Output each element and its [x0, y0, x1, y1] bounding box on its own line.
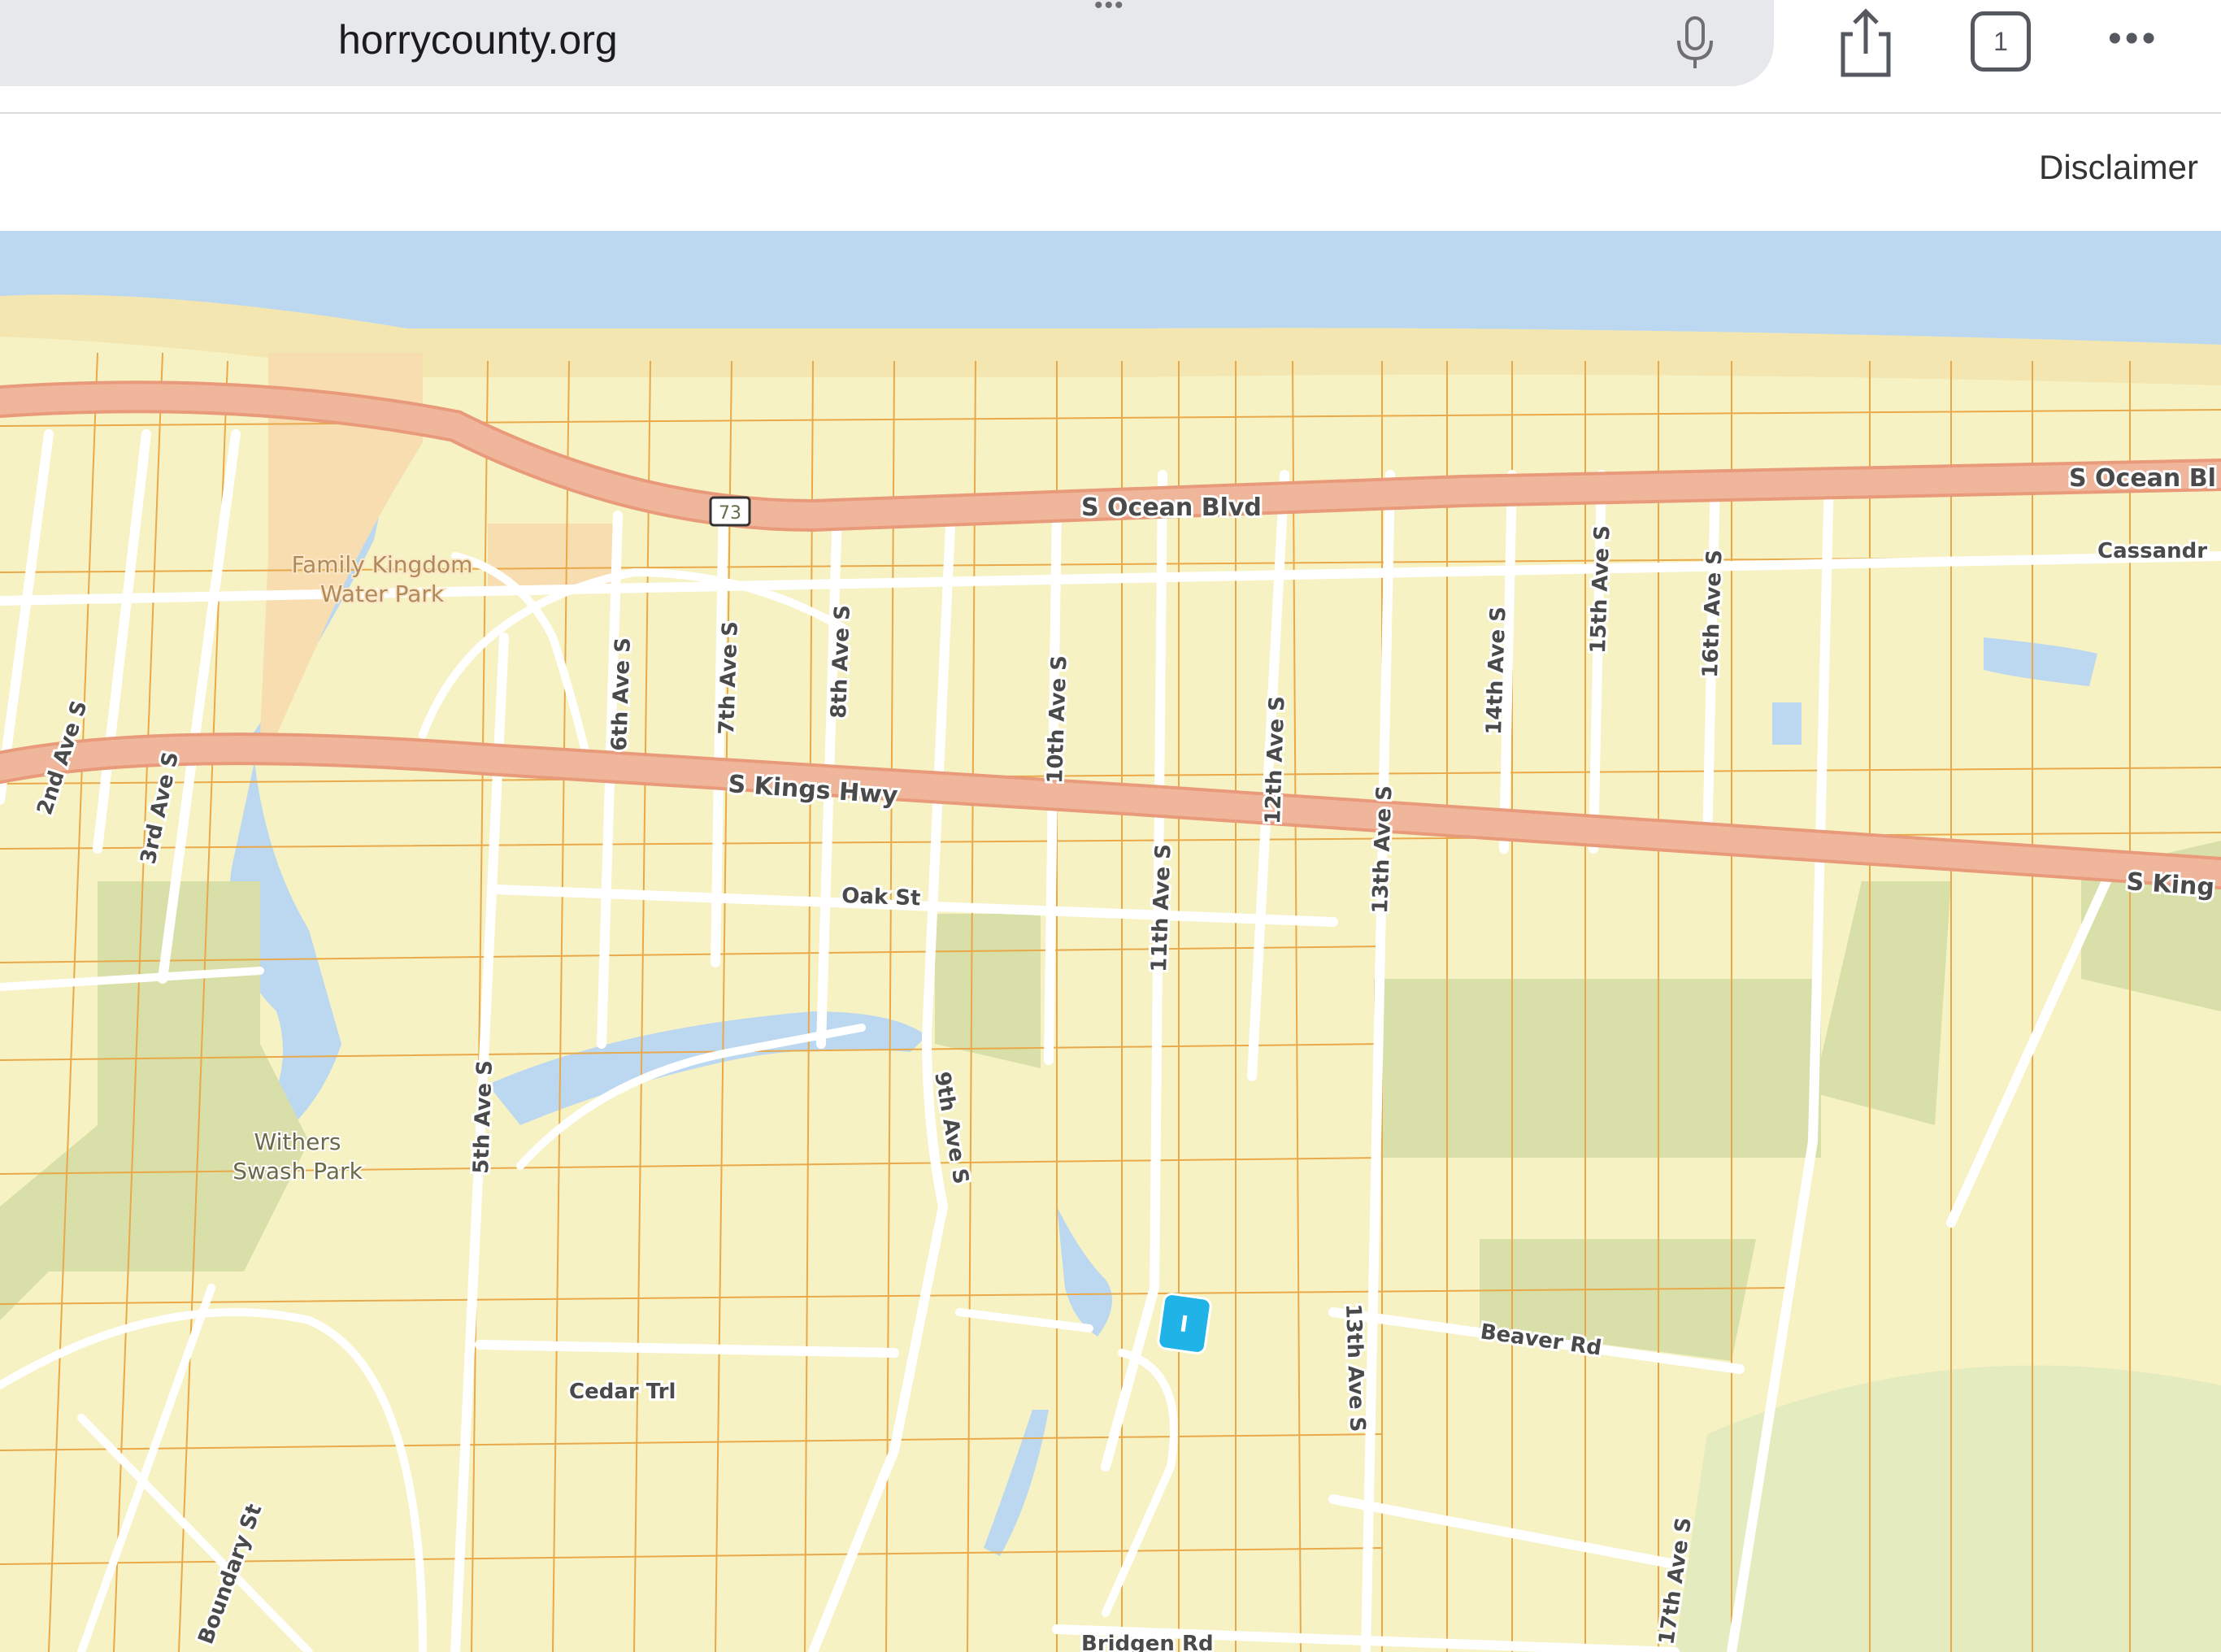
label-14th-ave-s: 14th Ave S [1482, 606, 1510, 736]
pond-2 [984, 1410, 1049, 1556]
disclaimer-link[interactable]: Disclaimer [2039, 148, 2198, 187]
s-kings-hwy-road[interactable] [0, 736, 2221, 886]
address-bar[interactable]: horrycounty.org [0, 0, 1774, 86]
url-text[interactable]: horrycounty.org [338, 16, 618, 63]
label-6th-ave-s: 6th Ave S [607, 637, 636, 752]
label-11th-ave-s: 11th Ave S [1147, 844, 1176, 973]
selected-parcel-marker-icon[interactable] [1157, 1293, 1212, 1354]
tabs-count-button[interactable]: 1 [1971, 11, 2031, 72]
label-12th-ave-s: 12th Ave S [1261, 696, 1289, 825]
label-7th-ave-s: 7th Ave S [715, 621, 743, 736]
window-grip-icon[interactable]: ••• [1094, 0, 1125, 18]
green-parcel [935, 914, 1041, 1068]
label-water-park: Water Park [320, 580, 445, 607]
label-s-ocean-blvd-right: S Ocean Bl [2069, 464, 2216, 493]
label-15th-ave-s: 15th Ave S [1586, 525, 1615, 654]
browser-toolbar: horrycounty.org ••• 1 ••• [0, 0, 2221, 114]
label-withers: Withers [254, 1128, 341, 1155]
pond [1057, 1206, 1112, 1337]
label-s-ocean-blvd: S Ocean Blvd [1081, 493, 1262, 522]
label-5th-ave-s: 5th Ave S [469, 1060, 498, 1175]
page-header: Disclaimer [0, 114, 2221, 231]
green-parcel-2 [1374, 979, 1821, 1158]
route-73-shield: 73 [709, 496, 751, 527]
microphone-icon[interactable] [1671, 15, 1719, 72]
label-family-kingdom: Family Kingdom [292, 551, 473, 578]
pond-5 [1772, 702, 1802, 745]
label-8th-ave-s: 8th Ave S [827, 605, 855, 719]
green-parcel-4 [1813, 881, 1951, 1125]
map-view[interactable]: 73 S Ocean Blvd S Ocean Bl S Kings Hwy S… [0, 231, 2221, 1652]
pond-3 [1984, 637, 2097, 686]
label-cassandra: Cassandr [2097, 539, 2207, 563]
label-boundary-st: Boundary St [193, 1501, 267, 1647]
label-cedar-trl: Cedar Trl [569, 1380, 676, 1404]
more-options-icon[interactable]: ••• [2108, 16, 2173, 65]
label-10th-ave-s: 10th Ave S [1043, 655, 1071, 785]
label-swash-park: Swash Park [233, 1158, 363, 1185]
route-shield-label: 73 [719, 503, 741, 524]
label-bridgen-rd: Bridgen Rd [1081, 1632, 1214, 1652]
label-13th-ave-s: 13th Ave S [1368, 785, 1397, 915]
label-oak-st: Oak St [841, 884, 921, 911]
label-13th-ave-s-lower: 13th Ave S [1341, 1303, 1369, 1432]
map-canvas[interactable]: 73 S Ocean Blvd S Ocean Bl S Kings Hwy S… [0, 231, 2221, 1652]
share-icon[interactable] [1833, 7, 1898, 80]
label-16th-ave-s: 16th Ave S [1698, 550, 1727, 679]
